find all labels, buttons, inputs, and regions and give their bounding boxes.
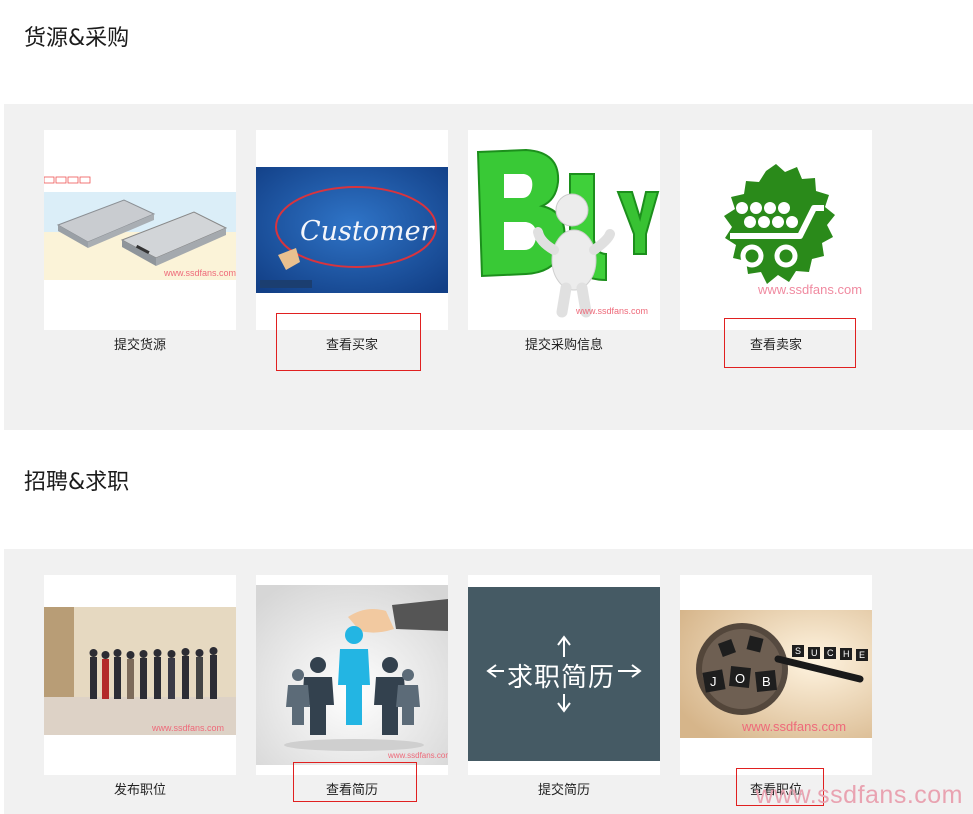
image-watermark: www.ssdfans.com	[152, 723, 225, 733]
shopping-cart-seal-image: www.ssdfans.com	[680, 130, 872, 330]
hand-picking-person-image: www.ssdfans.com	[256, 575, 448, 775]
image-watermark: www.ssdfans.com	[742, 719, 847, 734]
buy-figure-image: www.ssdfans.com	[468, 130, 660, 330]
section-header-recruiting: 招聘&求职	[0, 440, 973, 549]
section-title: 招聘&求职	[24, 470, 130, 495]
customer-image: Customer	[256, 130, 448, 330]
card-submit-supply[interactable]: www.ssdfans.com 提交货源	[44, 130, 236, 353]
card-post-job[interactable]: www.ssdfans.com 发布职位	[44, 575, 236, 798]
card-view-jobs[interactable]: J O B S U C H E www.ssdfans.com 查看职位	[680, 575, 872, 798]
search-letter: C	[827, 648, 834, 658]
card-view-sellers[interactable]: www.ssdfans.com 查看卖家	[680, 130, 872, 353]
image-watermark: www.ssdfans.com	[164, 268, 236, 278]
card-submit-purchase[interactable]: www.ssdfans.com 提交采购信息	[468, 130, 660, 353]
section-title: 货源&采购	[24, 26, 130, 51]
magnifier-job-image: J O B S U C H E www.ssdfans.com	[680, 575, 872, 775]
job-letter: O	[735, 671, 746, 686]
image-watermark: www.ssdfans.com	[388, 751, 448, 760]
people-queue-image: www.ssdfans.com	[44, 575, 236, 775]
resume-text: 求职简历	[504, 657, 619, 694]
search-letter: U	[811, 648, 818, 658]
job-letter: B	[762, 674, 771, 689]
card-label: 查看卖家	[749, 338, 802, 353]
card-label: 提交货源	[113, 338, 166, 353]
search-letter: S	[795, 646, 802, 656]
search-letter: E	[859, 650, 866, 660]
card-label: 提交简历	[537, 783, 590, 798]
image-watermark: www.ssdfans.com	[758, 282, 863, 297]
image-watermark: www.ssdfans.com	[576, 306, 649, 316]
card-view-buyers[interactable]: Customer 查看买家	[256, 130, 448, 353]
job-letter: J	[710, 674, 717, 689]
card-label: 提交采购信息	[524, 338, 603, 353]
resume-arrows-image: 求职简历	[468, 575, 660, 775]
search-letter: H	[843, 649, 850, 659]
card-label: 发布职位	[113, 783, 166, 798]
customer-text: Customer	[300, 216, 434, 247]
site-watermark: www.ssdfans.com	[755, 781, 963, 809]
card-view-resumes[interactable]: www.ssdfans.com 查看简历	[256, 575, 448, 798]
card-submit-resume[interactable]: 求职简历 提交简历	[468, 575, 660, 798]
card-label: 查看买家	[325, 338, 378, 353]
card-label: 查看简历	[325, 783, 378, 798]
section-header-sourcing: 货源&采购	[0, 0, 973, 104]
ssd-drives-image: www.ssdfans.com	[44, 130, 236, 330]
